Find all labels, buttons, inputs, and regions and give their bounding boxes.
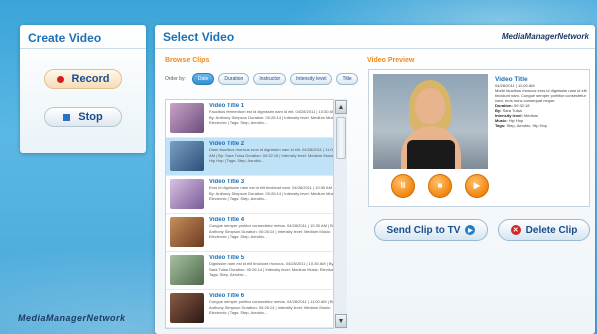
pause-icon[interactable]: II — [391, 174, 415, 198]
scrollbar-thumb[interactable] — [336, 117, 346, 159]
clip-list-scrollbar[interactable]: ▲ ▼ — [333, 99, 347, 329]
clip-description: Diam faucibus rhoncus eros id dignissim … — [209, 147, 335, 163]
order-by-bar: Order by: Date Duration Instructor Inten… — [165, 73, 358, 85]
list-item[interactable]: Video Title 2 Diam faucibus rhoncus eros… — [166, 138, 344, 176]
send-clip-label: Send Clip to TV — [386, 224, 461, 236]
video-frame-face — [415, 88, 445, 124]
order-by-label: Order by: — [165, 76, 186, 82]
order-duration-button[interactable]: Duration — [218, 73, 250, 85]
order-title-button[interactable]: Title — [336, 73, 358, 85]
video-preview-label: Video Preview — [367, 57, 415, 64]
preview-info: Video Title 04/28/2011 | 11:00 AM Morbi … — [495, 76, 587, 128]
arrow-right-icon: ▶ — [465, 225, 476, 235]
order-date-button[interactable]: Date — [191, 73, 215, 85]
preview-title: Video Title — [495, 76, 528, 83]
scroll-up-icon[interactable]: ▲ — [335, 100, 347, 114]
delete-icon: ✕ — [510, 225, 521, 235]
list-item[interactable]: Video Title 6 Congue semper portitor con… — [166, 290, 344, 328]
clip-thumbnail — [170, 217, 204, 247]
clip-description: Congue semper portitor consectetur metus… — [209, 299, 336, 315]
preview-tags: Tags: Step, Aerobic, Hip Hop — [495, 123, 547, 128]
video-preview-box: Video Title 04/28/2011 | 11:00 AM Morbi … — [368, 69, 590, 207]
list-item[interactable]: Video Title 1 Faucibus fermentum est id … — [166, 100, 344, 138]
record-label: Record — [71, 73, 110, 85]
select-video-panel: Select Video MediaManagerNetwork Browse … — [155, 25, 595, 334]
brand-logo-top: MediaManagerNetwork — [501, 32, 589, 41]
list-item[interactable]: Video Title 5 Dignissim nam est id elit … — [166, 252, 344, 290]
delete-clip-label: Delete Clip — [525, 224, 578, 236]
playback-controls: II ■ ▶ — [391, 174, 489, 198]
video-player[interactable] — [373, 74, 488, 169]
scroll-down-icon[interactable]: ▼ — [335, 314, 347, 328]
clip-thumbnail — [170, 141, 204, 171]
clip-thumbnail — [170, 103, 204, 133]
clip-description: Congue semper portitor consectetur metus… — [209, 223, 336, 239]
list-item[interactable]: Video Title 4 Congue semper portitor con… — [166, 214, 344, 252]
order-intensity-button[interactable]: Intensity level — [290, 73, 333, 85]
clip-description: Dignissim nam est id elit tincidunt rhon… — [209, 261, 340, 277]
select-video-title: Select Video — [163, 30, 235, 44]
clip-thumbnail — [170, 179, 204, 209]
clip-description: Eros id dignissim nam est id elit tincid… — [209, 185, 338, 201]
preview-description: Morbi faucibus rhoncus eros id dignissim… — [495, 88, 587, 103]
order-instructor-button[interactable]: Instructor — [253, 73, 287, 85]
clip-thumbnail — [170, 293, 204, 323]
create-video-panel: Create Video Record Stop — [20, 25, 146, 153]
clip-thumbnail — [170, 255, 204, 285]
stop-label: Stop — [78, 111, 103, 123]
list-item[interactable]: Video Title 3 Eros id dignissim nam est … — [166, 176, 344, 214]
stop-icon — [63, 113, 71, 121]
send-clip-to-tv-button[interactable]: Send Clip to TV ▶ — [374, 219, 488, 241]
record-button[interactable]: Record — [44, 69, 122, 89]
play-icon[interactable]: ▶ — [465, 174, 489, 198]
brand-logo-bottom: MediaManagerNetwork — [18, 313, 126, 323]
clip-list[interactable]: Video Title 1 Faucibus fermentum est id … — [165, 99, 345, 329]
clip-description: Faucibus fermentum est id dignissim nam … — [209, 109, 338, 125]
video-frame-top — [407, 140, 455, 169]
record-icon — [56, 75, 64, 83]
delete-clip-button[interactable]: ✕ Delete Clip — [498, 219, 590, 241]
create-video-title: Create Video — [20, 25, 146, 49]
stop-playback-icon[interactable]: ■ — [428, 174, 452, 198]
select-video-header: Select Video MediaManagerNetwork — [155, 25, 595, 49]
stop-button[interactable]: Stop — [44, 107, 122, 127]
browse-clips-label: Browse Clips — [165, 57, 210, 64]
